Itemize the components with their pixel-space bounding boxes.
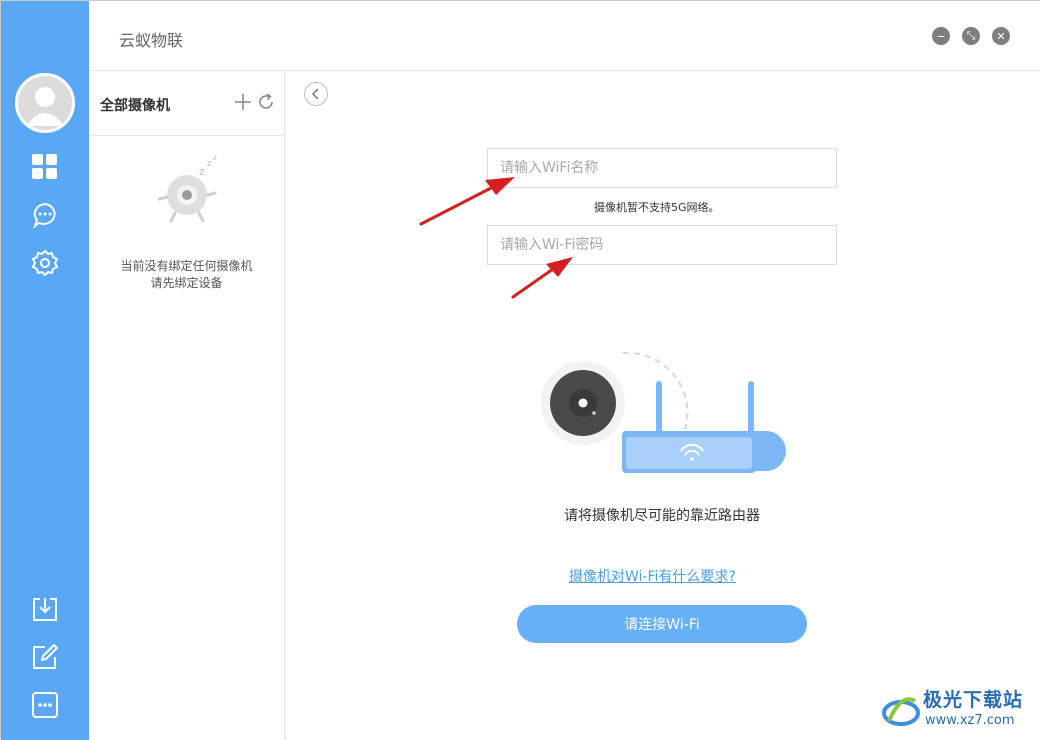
minimize-button[interactable]: − <box>932 27 950 45</box>
grid-icon[interactable] <box>29 151 61 183</box>
sleeping-camera-illustration: z z z <box>155 155 225 225</box>
user-avatar[interactable] <box>15 73 75 133</box>
restore-button[interactable]: ⤡ <box>962 27 980 45</box>
close-button[interactable]: ✕ <box>992 27 1010 45</box>
placement-tip: 请将摄像机尽可能的靠近路由器 <box>487 505 837 525</box>
chat-bubble-icon[interactable] <box>29 199 61 231</box>
download-icon[interactable] <box>29 593 61 625</box>
site-watermark: 极光下载站 www.xz7.com <box>881 685 1037 735</box>
edit-icon[interactable] <box>29 641 61 673</box>
add-device-button[interactable] <box>232 91 254 113</box>
wifi-ssid-input[interactable] <box>487 148 837 188</box>
user-silhouette-icon <box>18 76 72 130</box>
watermark-logo-icon <box>881 691 921 731</box>
more-icon[interactable] <box>29 689 61 721</box>
plus-icon <box>234 93 252 111</box>
refresh-icon <box>257 93 275 111</box>
svg-text:z: z <box>199 165 205 178</box>
title-bar: 云蚁物联 − ⤡ ✕ <box>89 1 1040 71</box>
gear-icon[interactable] <box>29 247 61 279</box>
connect-wifi-button[interactable]: 请连接Wi-Fi <box>517 605 807 643</box>
empty-state-line1: 当前没有绑定任何摄像机 <box>89 257 284 274</box>
refresh-button[interactable] <box>255 91 277 113</box>
watermark-url: www.xz7.com <box>925 713 1015 728</box>
app-window: 云蚁物联 − ⤡ ✕ 全部摄像机 z <box>0 0 1040 739</box>
wifi-setup-panel: 摄像机暂不支持5G网络。 请将摄像机尽可能的靠近路由器 摄像机对Wi-Fi有什么… <box>286 71 1040 739</box>
watermark-name: 极光下载站 <box>923 685 1023 712</box>
chevron-left-icon <box>311 88 321 100</box>
empty-state-line2: 请先绑定设备 <box>89 274 284 291</box>
5g-notice: 摄像机暂不支持5G网络。 <box>594 199 720 215</box>
device-panel-title: 全部摄像机 <box>100 95 170 115</box>
camera-router-illustration <box>538 347 788 487</box>
back-button[interactable] <box>304 82 328 106</box>
svg-text:z: z <box>213 155 217 162</box>
nav-rail <box>1 1 89 740</box>
device-panel: 全部摄像机 z z z 当前没有绑定任何摄像机 请先 <box>89 71 285 739</box>
wifi-password-input[interactable] <box>487 225 837 265</box>
wifi-requirements-link[interactable]: 摄像机对Wi-Fi有什么要求? <box>569 566 736 586</box>
svg-text:z: z <box>207 159 212 169</box>
device-panel-header: 全部摄像机 <box>89 71 284 136</box>
app-title: 云蚁物联 <box>119 27 183 51</box>
